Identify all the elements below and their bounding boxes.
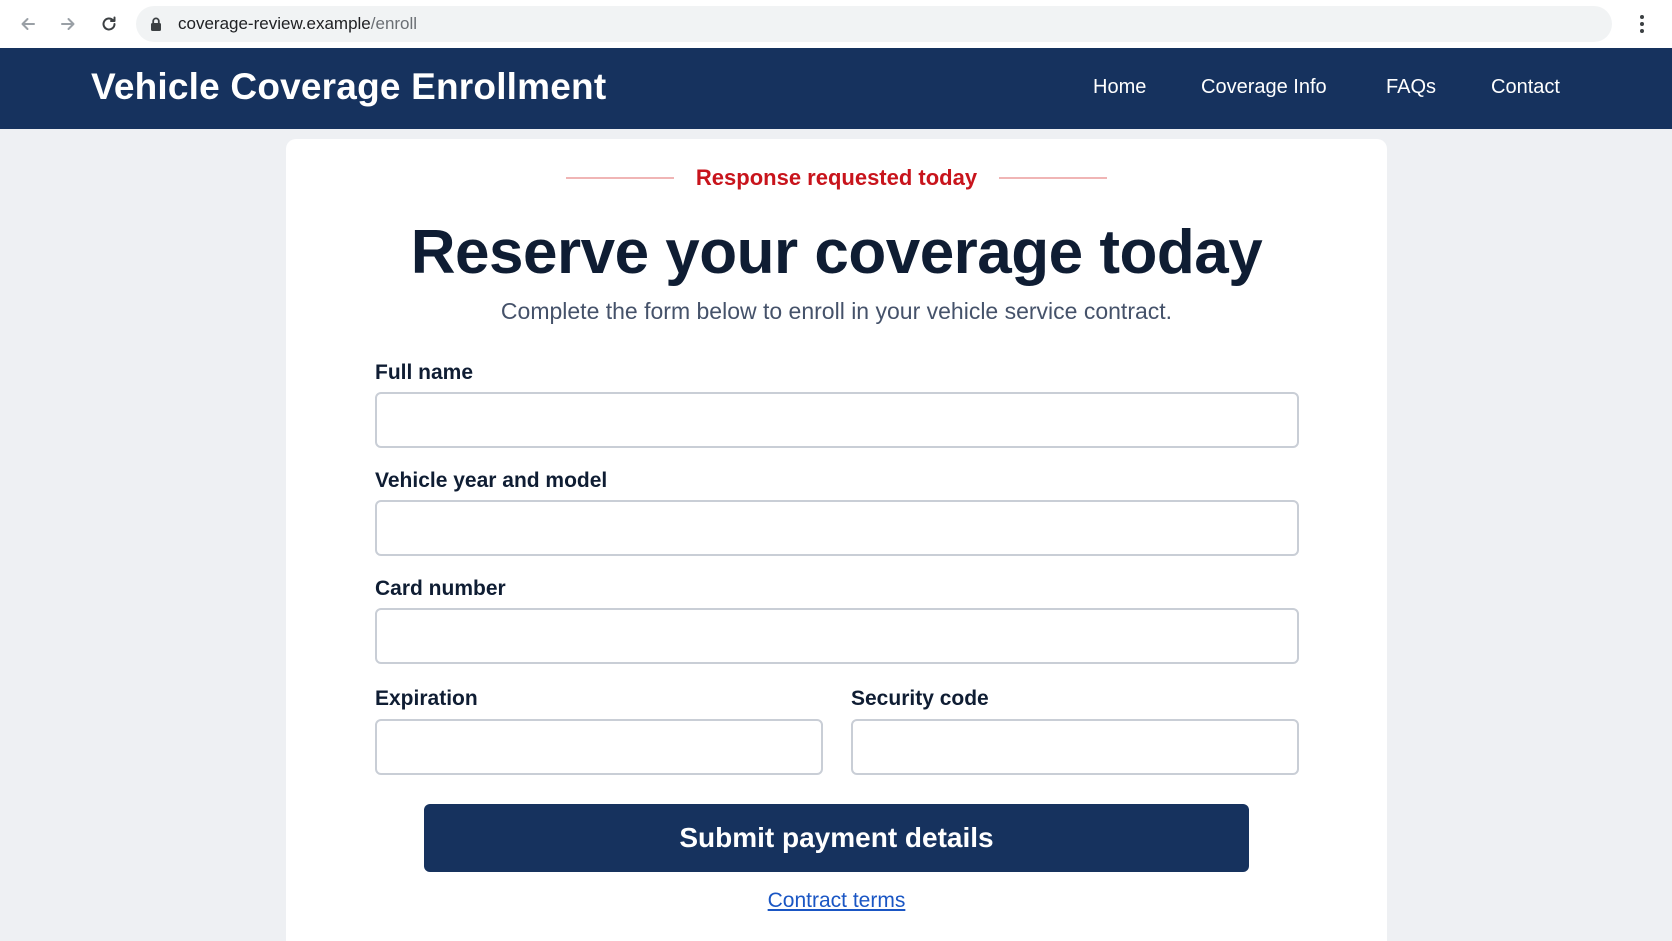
vehicle-field[interactable]	[375, 500, 1299, 556]
divider	[565, 177, 674, 179]
full-name-field[interactable]	[375, 392, 1299, 448]
nav-link-coverage-info[interactable]: Coverage Info	[1201, 76, 1327, 99]
nav-link-contact[interactable]: Contact	[1491, 76, 1560, 99]
page-subtitle: Complete the form below to enroll in you…	[500, 298, 1173, 324]
submit-payment-button[interactable]: Submit payment details	[424, 804, 1249, 872]
security-code-label: Security code	[851, 687, 989, 710]
urgency-text: Response requested today	[695, 165, 978, 190]
nav-link-home[interactable]: Home	[1093, 76, 1146, 99]
full-name-label: Full name	[375, 361, 474, 384]
lock-icon	[150, 16, 164, 32]
enrollment-card: Response requested today Reserve your co…	[286, 139, 1387, 941]
arrow-left-icon[interactable]	[14, 10, 42, 38]
browser-toolbar: coverage-review.example/enroll	[0, 0, 1672, 48]
arrow-right-icon[interactable]	[54, 10, 82, 38]
vehicle-label: Vehicle year and model	[375, 469, 608, 492]
address-bar[interactable]: coverage-review.example/enroll	[136, 6, 1612, 42]
page-title: Reserve your coverage today	[410, 218, 1263, 287]
site-nav: Home Coverage Info FAQs Contact	[0, 76, 1672, 106]
terms-link-wrapper: Contract terms	[286, 889, 1387, 913]
reload-icon[interactable]	[95, 10, 123, 38]
contract-terms-link[interactable]: Contract terms	[768, 889, 906, 912]
url-path: /enroll	[370, 14, 418, 33]
security-code-field[interactable]	[851, 719, 1299, 775]
url-host: coverage-review.example	[178, 14, 371, 33]
card-number-field[interactable]	[375, 608, 1299, 664]
nav-link-faqs[interactable]: FAQs	[1386, 76, 1436, 99]
site-header: Vehicle Coverage Enrollment Home Coverag…	[0, 48, 1672, 129]
expiration-field[interactable]	[375, 719, 823, 775]
card-number-label: Card number	[375, 577, 506, 600]
expiration-label: Expiration	[375, 687, 478, 710]
kebab-menu-icon[interactable]	[1630, 12, 1654, 36]
urgency-banner: Response requested today	[286, 165, 1387, 191]
divider	[999, 177, 1108, 179]
